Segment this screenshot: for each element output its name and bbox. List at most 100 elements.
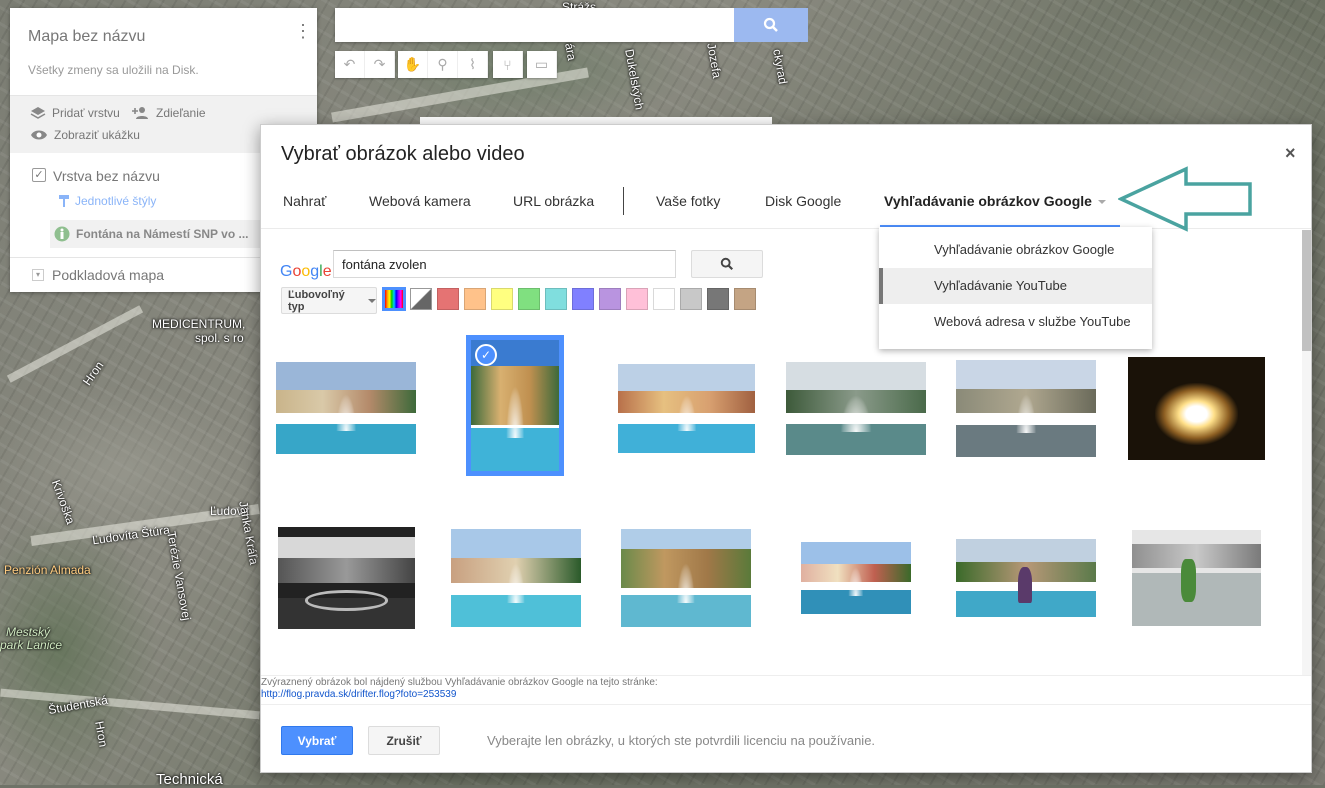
color-swatch-any[interactable] — [382, 287, 406, 311]
image-result[interactable] — [451, 529, 581, 627]
map-label: spol. s ro — [195, 331, 244, 345]
color-filter — [382, 287, 756, 311]
map-label: Technická — [156, 771, 223, 788]
color-swatch[interactable] — [626, 288, 648, 310]
map-label-poi[interactable]: Penzión Almada — [4, 563, 91, 577]
more-options-icon[interactable]: ⋮ — [294, 22, 312, 40]
image-result[interactable] — [278, 527, 415, 629]
image-result[interactable] — [956, 360, 1096, 457]
image-search-button[interactable] — [691, 250, 763, 278]
marker-icon[interactable]: ⚲ — [428, 51, 458, 78]
image-type-label: Ľubovoľný typ — [288, 288, 345, 313]
ruler-toolbar: ▭ — [527, 51, 557, 78]
search-icon — [763, 17, 778, 32]
share-label: Zdieľanie — [156, 106, 206, 120]
color-swatch[interactable] — [734, 288, 756, 310]
preview-button[interactable]: Zobraziť ukážku — [30, 128, 140, 142]
image-type-select[interactable]: Ľubovoľný typ — [281, 287, 377, 314]
color-swatch[interactable] — [572, 288, 594, 310]
attribution-text: Zvýraznený obrázok bol nájdený službou V… — [261, 677, 658, 688]
menu-item-youtube-url[interactable]: Webová adresa v službe YouTube — [879, 304, 1152, 340]
tab-your-photos[interactable]: Vaše fotky — [656, 193, 720, 209]
redo-icon[interactable]: ↷ — [365, 51, 395, 78]
color-swatch[interactable] — [491, 288, 513, 310]
tab-google-drive[interactable]: Disk Google — [765, 193, 841, 209]
image-search-input[interactable] — [333, 250, 676, 278]
ruler-icon[interactable]: ▭ — [527, 51, 557, 78]
feature-label: Fontána na Námestí SNP vo ... — [76, 227, 249, 241]
menu-item-youtube-search[interactable]: Vyhľadávanie YouTube — [879, 268, 1152, 304]
dialog-title: Vybrať obrázok alebo video — [281, 143, 525, 165]
image-result[interactable] — [1128, 357, 1265, 460]
color-swatch-black-white[interactable] — [410, 288, 432, 310]
image-result[interactable] — [786, 362, 926, 455]
directions-toolbar: ⑂ — [493, 51, 523, 78]
tab-google-image-search-label: Vyhľadávanie obrázkov Google — [884, 193, 1092, 209]
image-result[interactable] — [276, 362, 416, 454]
color-swatch[interactable] — [680, 288, 702, 310]
select-button[interactable]: Vybrať — [281, 726, 353, 755]
close-icon[interactable]: × — [1285, 143, 1296, 164]
image-result[interactable] — [618, 364, 755, 453]
layers-icon — [30, 107, 46, 119]
map-label: park Lanice — [0, 638, 63, 652]
tab-google-image-search[interactable]: Vyhľadávanie obrázkov Google — [880, 193, 1120, 228]
attribution: Zvýraznený obrázok bol nájdený službou V… — [261, 675, 1311, 705]
base-map-toggle[interactable]: ▾ Podkladová mapa — [32, 267, 164, 283]
tab-upload[interactable]: Nahrať — [283, 193, 326, 209]
layer-name[interactable]: Vrstva bez názvu — [53, 168, 160, 184]
styles-link[interactable]: Jednotlivé štýly — [58, 194, 156, 208]
tab-image-url[interactable]: URL obrázka — [513, 193, 594, 209]
feature-marker-icon — [54, 226, 70, 242]
chevron-down-icon — [368, 298, 376, 303]
search-icon — [720, 257, 734, 271]
preview-label: Zobraziť ukážku — [54, 128, 140, 142]
directions-icon[interactable]: ⑂ — [493, 51, 523, 78]
cancel-button[interactable]: Zrušiť — [368, 726, 440, 755]
styles-label: Jednotlivé štýly — [75, 194, 157, 208]
map-label: MEDICENTRUM, — [152, 317, 246, 331]
attribution-link[interactable]: http://flog.pravda.sk/drifter.flog?foto=… — [261, 689, 456, 700]
map-label: ára — [562, 42, 580, 62]
share-button[interactable]: Zdieľanie — [132, 106, 206, 120]
annotation-arrow-icon — [1118, 166, 1252, 232]
color-swatch[interactable] — [599, 288, 621, 310]
color-swatch[interactable] — [437, 288, 459, 310]
add-layer-button[interactable]: Pridať vrstvu — [30, 106, 120, 120]
dropdown-caret-icon — [1097, 200, 1106, 205]
tab-separator — [623, 187, 624, 215]
image-result[interactable] — [621, 529, 751, 627]
hand-icon[interactable]: ✋ — [398, 51, 428, 78]
eye-icon — [31, 130, 47, 140]
base-map-label: Podkladová mapa — [52, 267, 165, 283]
paint-roller-icon — [59, 195, 69, 207]
color-swatch[interactable] — [707, 288, 729, 310]
license-note: Vyberajte len obrázky, u ktorých ste pot… — [487, 733, 876, 748]
undo-icon[interactable]: ↶ — [335, 51, 365, 78]
drawing-toolbar: ✋ ⚲ ⌇ — [398, 51, 488, 78]
map-label: Mestský — [6, 625, 51, 639]
color-swatch[interactable] — [653, 288, 675, 310]
color-swatch[interactable] — [518, 288, 540, 310]
map-search-input[interactable] — [335, 8, 735, 42]
image-result[interactable] — [956, 539, 1096, 617]
save-status: Všetky zmeny sa uložili na Disk. — [28, 63, 199, 77]
scrollbar-thumb[interactable] — [1302, 230, 1311, 351]
image-result-selected[interactable]: ✓ — [466, 335, 564, 476]
tab-webcam[interactable]: Webová kamera — [369, 193, 471, 209]
search-source-dropdown: Vyhľadávanie obrázkov Google Vyhľadávani… — [879, 227, 1152, 349]
layer-checkbox[interactable]: ✓ — [32, 168, 46, 182]
draw-line-icon[interactable]: ⌇ — [458, 51, 488, 78]
color-swatch[interactable] — [545, 288, 567, 310]
color-swatch[interactable] — [464, 288, 486, 310]
map-search-button[interactable] — [734, 8, 808, 42]
image-result[interactable] — [1132, 530, 1261, 626]
image-result[interactable] — [801, 542, 911, 614]
menu-item-google-images[interactable]: Vyhľadávanie obrázkov Google — [879, 232, 1152, 268]
map-title[interactable]: Mapa bez názvu — [28, 28, 145, 46]
google-logo: Google — [280, 263, 332, 280]
checkmark-icon: ✓ — [475, 344, 497, 366]
chevron-down-icon: ▾ — [32, 269, 44, 281]
image-results-grid: ✓ — [261, 335, 1301, 675]
undo-redo-toolbar: ↶ ↷ — [335, 51, 395, 78]
